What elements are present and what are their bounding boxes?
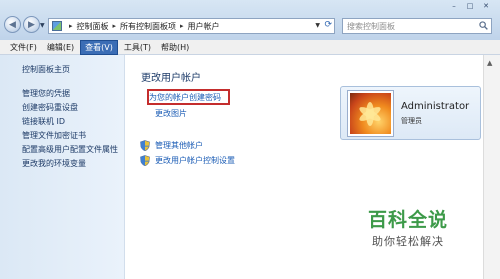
menu-file[interactable]: 文件(F) [6,41,41,54]
shield-icon [140,155,150,166]
minimize-button[interactable]: – [446,1,462,11]
user-avatar[interactable] [348,91,393,136]
search-box[interactable]: 搜索控制面板 [342,18,492,34]
left-nav-pane: 控制面板主页 管理您的凭据 创建密码重设盘 链接联机 ID 管理文件加密证书 配… [0,55,125,279]
back-button[interactable]: ◀ [4,16,21,33]
shield-icon [140,140,150,151]
sidebar-item-link-online-id[interactable]: 链接联机 ID [22,115,124,129]
menu-edit[interactable]: 编辑(E) [43,41,78,54]
refresh-icon[interactable]: ⟳ [324,20,332,30]
menu-bar: 文件(F) 编辑(E) 查看(V) 工具(T) 帮助(H) [0,39,500,55]
control-panel-icon [52,21,62,31]
create-password-link[interactable]: 为您的帐户创建密码 [149,93,221,102]
close-button[interactable]: ✕ [478,1,494,11]
control-panel-home-link[interactable]: 控制面板主页 [22,64,124,75]
user-account-card: Administrator 管理员 [340,86,481,140]
breadcrumb-all-items[interactable]: 所有控制面板项 [120,21,176,32]
change-picture-link-wrap: 更改图片 [155,108,187,119]
vertical-scrollbar[interactable]: ▲ [483,55,500,279]
address-bar[interactable]: ▸ 控制面板 ▸ 所有控制面板项 ▸ 用户帐户 ▼ ⟳ [48,18,335,34]
watermark-subtitle: 助你轻松解决 [372,235,444,248]
manage-other-accounts-row[interactable]: 管理其他帐户 [140,140,203,151]
change-picture-link[interactable]: 更改图片 [155,109,187,118]
back-arrow-icon: ◀ [9,19,16,30]
manage-other-accounts-link[interactable]: 管理其他帐户 [155,140,203,151]
sidebar-item-encryption-certificates[interactable]: 管理文件加密证书 [22,129,124,143]
breadcrumb-separator-icon: ▸ [112,22,117,30]
forward-button[interactable]: ▶ [23,16,40,33]
menu-tools[interactable]: 工具(T) [120,41,155,54]
user-role: 管理员 [401,117,422,125]
search-icon[interactable] [479,21,488,30]
window-controls: – □ ✕ [446,1,494,11]
sidebar-item-manage-credentials[interactable]: 管理您的凭据 [22,87,124,101]
window-title-bar: – □ ✕ ◀ ▶ ▼ ▸ 控制面板 ▸ 所有控制面板项 ▸ 用户帐户 ▼ ⟳ … [0,0,500,40]
page-title: 更改用户帐户 [141,73,201,84]
create-password-link-wrap: 为您的帐户创建密码 [149,92,229,104]
user-name: Administrator [401,101,470,112]
uac-settings-row[interactable]: 更改用户帐户控制设置 [140,155,235,166]
breadcrumb-user-accounts[interactable]: 用户帐户 [188,21,220,32]
breadcrumb-separator-icon: ▸ [180,22,184,30]
menu-help[interactable]: 帮助(H) [157,41,193,54]
uac-settings-link[interactable]: 更改用户帐户控制设置 [155,155,235,166]
sidebar-item-profile-properties[interactable]: 配置高级用户配置文件属性 [22,143,124,157]
watermark-title: 百科全说 [368,209,449,231]
recent-pages-dropdown[interactable]: ▼ [40,22,45,29]
search-placeholder: 搜索控制面板 [347,21,395,31]
address-dropdown-icon[interactable]: ▼ [315,22,320,29]
breadcrumb-separator-icon: ▸ [69,22,73,30]
sidebar-item-password-reset-disk[interactable]: 创建密码重设盘 [22,101,124,115]
maximize-button[interactable]: □ [462,1,478,11]
menu-view[interactable]: 查看(V) [80,39,118,55]
breadcrumb-control-panel[interactable]: 控制面板 [77,21,109,32]
forward-arrow-icon: ▶ [28,19,35,30]
scroll-up-arrow-icon[interactable]: ▲ [487,59,492,67]
sidebar-item-environment-variables[interactable]: 更改我的环境变量 [22,157,124,171]
